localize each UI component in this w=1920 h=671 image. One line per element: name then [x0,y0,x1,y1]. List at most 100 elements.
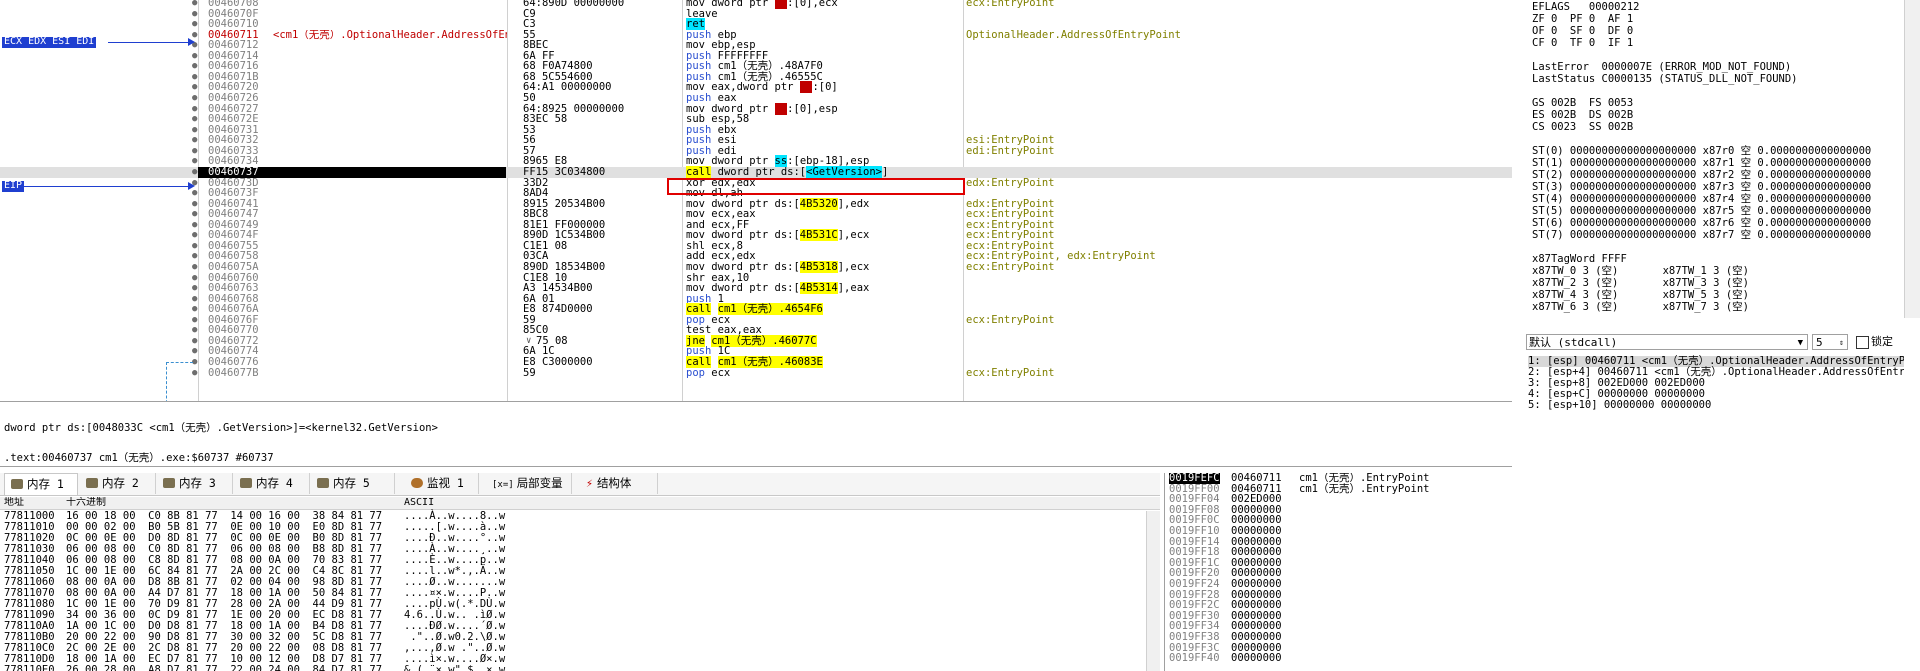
register-line[interactable]: GS 002B FS 0053 [1532,97,1633,109]
register-line[interactable]: ST(1) 00000000000000000000 x87r1 空 0.000… [1532,157,1871,169]
breakpoint-dot-icon: ● [192,293,198,304]
stack-view[interactable]: 0019FEFC 00460711 cm1（无壳）.EntryPoint 0019FF… [1164,473,1920,671]
breakpoint-dot-icon: ● [192,82,198,93]
stack-address: 0019FF10 [1169,525,1220,537]
breakpoint-dot-icon: ● [192,71,198,82]
disasm-bytes: 59 [523,366,536,379]
register-line[interactable]: ST(0) 00000000000000000000 x87r0 空 0.000… [1532,145,1871,157]
memory-icon [11,479,23,489]
register-line[interactable]: x87TW_0 3 (空) x87TW_1 3 (空) [1532,265,1749,277]
breakpoint-dot-icon: ● [192,135,198,146]
tab-struct[interactable]: ⚡ 结构体 [580,473,658,494]
breakpoint-dot-icon: ● [192,19,198,30]
disasm-row[interactable]: ● 00460776 E8 C3000000 call cm1（无壳）.46083E [0,356,1512,369]
tab-watch-1[interactable]: 监视 1 [405,473,479,494]
disasm-bytes: 50 [523,92,536,105]
breakpoint-dot-icon: ● [192,50,198,61]
tab-memory-1[interactable]: 内存 1 [4,473,78,495]
breakpoint-dot-icon: ● [192,61,198,72]
disasm-bytes: 890D 18534B00 [523,261,606,273]
dump-tabs: 内存 1 内存 2 内存 3 内存 4 内存 5 监视 1 [x=] 局部变量 ⚡… [0,473,1160,496]
register-line[interactable]: LastError 0000007E (ERROR_MOD_NOT_FOUND) [1532,61,1791,73]
locals-icon: [x=] [492,480,514,490]
lock-label: 锁定 [1871,335,1893,348]
arrow-head-icon [188,38,195,46]
arg-count-value: 5 [1816,336,1823,349]
disasm-row[interactable]: ● 0046075A 890D 18534B00 mov dword ptr ds:[… [0,261,1512,273]
disasm-comment: edx:EntryPoint [966,176,1055,189]
memory-icon [163,478,175,488]
breakpoint-dot-icon: ● [192,240,198,251]
register-line[interactable]: ST(6) 00000000000000000000 x87r6 空 0.000… [1532,217,1871,229]
register-line[interactable]: ST(3) 00000000000000000000 x87r3 空 0.000… [1532,181,1871,193]
register-line[interactable]: x87TagWord FFFF [1532,253,1627,265]
breakpoint-dot-icon: ● [192,325,198,336]
stack-comment: cm1（无壳）.EntryPoint [1299,473,1430,484]
disasm-comment: ecx:EntryPoint [966,261,1055,273]
memory-dump[interactable]: 地址 十六进制 ASCII 77811000 16 00 18 00 C0 8B … [0,497,1160,671]
disasm-address: 00460776 [208,356,259,369]
register-line[interactable]: ST(2) 00000000000000000000 x87r2 空 0.000… [1532,169,1871,181]
register-line[interactable]: ES 002B DS 002B [1532,109,1633,121]
dump-hex: 26 00 28 00 A8 D7 81 77 22 00 24 00 84 D… [66,664,383,671]
arg-count-spinner[interactable]: 5 ⇕ [1812,334,1848,350]
stack-value: 00000000 [1231,578,1282,590]
breakpoint-dot-icon: ● [192,198,198,209]
register-line[interactable]: x87TW_2 3 (空) x87TW_3 3 (空) [1532,277,1749,289]
eip-arrow [24,186,190,187]
breakpoint-dot-icon: ● [192,0,198,8]
register-line[interactable]: EFLAGS 00000212 [1532,1,1639,13]
register-line[interactable]: LastStatus C0000135 (STATUS_DLL_NOT_FOUN… [1532,73,1798,85]
breakpoint-dot-icon: ● [192,335,198,346]
breakpoint-dot-icon: ● [192,272,198,283]
register-line[interactable]: x87TW_4 3 (空) x87TW_5 3 (空) [1532,289,1749,301]
memory-icon [240,478,252,488]
breakpoint-dot-icon: ● [192,114,198,125]
breakpoint-dot-icon: ● [192,145,198,156]
registers-panel[interactable]: EFLAGS 00000212 ZF 0 PF 0 AF 1 OF 0 SF 0 D… [1524,0,1904,318]
register-line[interactable]: ZF 0 PF 0 AF 1 [1532,13,1633,25]
disasm-bytes: E8 C3000000 [523,356,593,369]
register-line[interactable]: ST(5) 00000000000000000000 x87r5 空 0.000… [1532,205,1871,217]
disasm-address: 00460737 [208,165,259,178]
register-line[interactable]: CS 0023 SS 002B [1532,121,1633,133]
register-line[interactable]: ST(4) 00000000000000000000 x87r4 空 0.000… [1532,193,1871,205]
disasm-bytes: FF15 3C034800 [523,165,606,178]
tab-memory-5[interactable]: 内存 5 [311,473,395,494]
dump-col-hex: 十六进制 [66,497,106,508]
dump-address: 778110E0 [4,664,55,671]
tab-memory-4[interactable]: 内存 4 [234,473,310,494]
register-marker-ecx-edx-esi-edi: ECX EDX ESI EDI [2,36,97,48]
breakpoint-dot-icon: ● [192,124,198,135]
info-line-location: .text:00460737 cm1（无壳）.exe:$60737 #60737 [4,452,274,464]
registers-scrollbar[interactable] [1904,0,1920,318]
disasm-bytes: 64:A1 00000000 [523,81,612,94]
dump-scrollbar[interactable] [1146,511,1160,671]
calling-convention-select[interactable]: 默认 (stdcall) ▼ [1526,334,1808,350]
register-line[interactable]: OF 0 SF 0 DF 0 [1532,25,1633,37]
lock-checkbox[interactable] [1856,336,1869,349]
stack-value: 00000000 [1231,525,1282,537]
spinner-arrows-icon: ⇕ [1839,338,1844,347]
tab-memory-3[interactable]: 内存 3 [157,473,233,494]
tab-memory-2[interactable]: 内存 2 [80,473,156,494]
register-line[interactable]: ST(7) 00000000000000000000 x87r7 空 0.000… [1532,229,1871,241]
disassembly-view[interactable]: ● 00460708 64:890D 00000000 mov dword ptr f… [0,0,1512,402]
memory-icon [86,478,98,488]
tab-locals[interactable]: [x=] 局部变量 [486,473,572,494]
disasm-row[interactable]: ● 00460726 50 push eax [0,93,1512,104]
dump-ascii: &.(.¨×.w".$..×.w [404,664,506,671]
register-line[interactable]: CF 0 TF 0 IF 1 [1532,37,1633,49]
disasm-row[interactable]: ● 00460737 FF15 3C034800 call dword ptr ds:… [0,165,1512,178]
breakpoint-dot-icon: ● [192,304,198,315]
disasm-comment: ecx:EntryPoint [966,0,1055,9]
breakpoint-dot-icon: ● [192,209,198,220]
disasm-row[interactable]: ● 0046077B 59 pop ecx ecx:EntryPoint [0,366,1512,379]
register-line[interactable]: x87TW_6 3 (空) x87TW_7 3 (空) [1532,301,1749,313]
breakpoint-dot-icon: ● [192,219,198,230]
disasm-instruction: call cm1（无壳）.46083E [686,356,823,369]
argument-row[interactable]: 5: [esp+10] 00000000 00000000 [1528,400,1711,411]
breakpoint-dot-icon: ● [192,230,198,241]
arguments-panel[interactable]: 1: [esp] 00460711 <cm1（无壳）.OptionalHeade… [1524,352,1904,468]
info-panel: dword ptr ds:[0048033C <cm1（无壳）.GetVersi… [0,402,1512,467]
